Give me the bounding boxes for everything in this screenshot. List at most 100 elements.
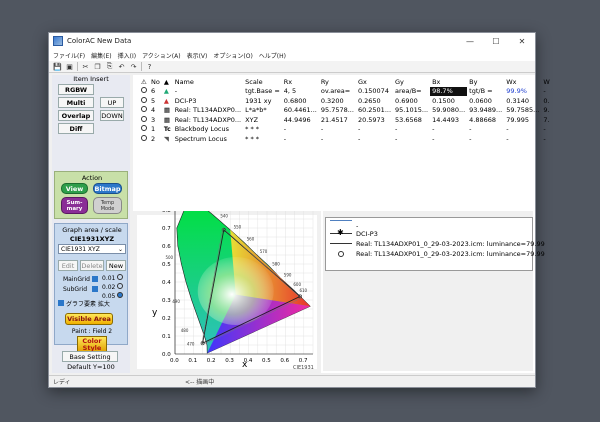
graph-space-select[interactable]: CIE1931 XYZ ⌄: [58, 244, 126, 254]
cell-name: Real: TL134ADXP0...: [174, 115, 242, 124]
rgbw-button[interactable]: RGBW: [58, 84, 94, 95]
maingrid-checkbox[interactable]: [92, 276, 98, 282]
cell-name: Real: TL134ADXP0...: [174, 106, 242, 115]
table-row[interactable]: 6 ▲ - tgt.Base = 4, 5 ov.area= 0.150074 …: [139, 86, 552, 96]
cell-name: Blackbody Locus: [174, 125, 229, 134]
table-row[interactable]: 1 Tc Blackbody Locus * * * - - - - - - -…: [139, 125, 552, 135]
y-axis-label: y: [152, 308, 158, 318]
cell-ry: 21.4517: [320, 115, 348, 124]
menu-options[interactable]: オプション(O): [213, 51, 252, 60]
cell-gy: area/B=: [395, 87, 422, 96]
grid-radio-005[interactable]: [117, 292, 124, 298]
row-radio[interactable]: [141, 87, 147, 94]
menu-help[interactable]: ヘルプ(H): [259, 51, 286, 60]
subgrid-checkbox[interactable]: [92, 286, 98, 292]
y-tick-label: 0.7: [162, 226, 171, 232]
graph-delete-button[interactable]: Delete: [80, 260, 104, 271]
cell-rx: 60.4461...: [283, 106, 317, 115]
cell-gy: -: [395, 125, 398, 134]
zoom-checkbox[interactable]: [58, 300, 64, 306]
table-row[interactable]: 3 ▦ Real: TL134ADXP0... XYZ 44.9496 21.4…: [139, 115, 552, 125]
close-button[interactable]: ✕: [509, 33, 535, 49]
cell-name: DCI-P3: [174, 96, 197, 105]
grid-icon: ▦: [163, 115, 170, 124]
menu-action[interactable]: アクション(A): [142, 51, 181, 60]
cell-no: 1: [151, 125, 156, 134]
window-title: ColorAC New Data: [67, 37, 132, 45]
legend-panel: - ✱ DCI-P3 Real: TL134ADXP01_0_29-03-202…: [323, 211, 545, 371]
bitmap-button[interactable]: Bitmap: [93, 183, 122, 194]
overlap-button[interactable]: Overlap: [58, 110, 94, 121]
table-row[interactable]: 2 ◥ Spectrum Locus * * * - - - - - - - -: [139, 134, 552, 144]
table-row[interactable]: 5 ▲ DCI-P3 1931 xy 0.6800 0.3200 0.2650 …: [139, 96, 552, 106]
subgrid-label: SubGrid: [63, 286, 88, 293]
cell-wx: 0.3140: [506, 96, 529, 105]
cell-rx: -: [283, 125, 287, 134]
save-icon[interactable]: 💾: [53, 62, 62, 71]
diff-button[interactable]: Diff: [58, 123, 94, 134]
cell-w: 7.: [543, 115, 550, 124]
view-button[interactable]: View: [61, 183, 88, 194]
menu-edit[interactable]: 編集(E): [91, 51, 111, 60]
up-button[interactable]: UP: [100, 97, 124, 108]
grid-icon: ▦: [163, 106, 170, 115]
default-y-label: Default Y=100: [67, 363, 115, 371]
down-button[interactable]: DOWN: [100, 110, 124, 121]
cell-name: Spectrum Locus: [174, 134, 227, 143]
col-pos-icon: ⚠: [141, 77, 147, 86]
col-no: No: [151, 77, 160, 86]
app-window: ColorAC New Data — ☐ ✕ ファイル(F) 編集(E) 挿入(…: [48, 32, 550, 388]
redo-icon[interactable]: ↷: [129, 62, 138, 71]
base-setting-button[interactable]: Base Setting: [62, 351, 118, 362]
cut-icon[interactable]: ✂: [81, 62, 90, 71]
x-tick-label: 0.3: [225, 358, 234, 364]
grid-radio-001[interactable]: [117, 274, 124, 280]
cell-ry: ov.area=: [320, 87, 351, 96]
toolbar: 💾 ▣ ✂ ❐ ⎘ ↶ ↷ ?: [49, 61, 535, 73]
help-icon[interactable]: ?: [145, 62, 154, 71]
grid-radio-002[interactable]: [117, 283, 124, 289]
menu-bar: ファイル(F) 編集(E) 挿入(I) アクション(A) 表示(V) オプション…: [49, 49, 535, 61]
visible-area-label: Visible Area: [67, 315, 111, 323]
maximize-button[interactable]: ☐: [483, 33, 509, 49]
chevron-down-icon: ⌄: [117, 246, 123, 253]
summary-button[interactable]: Sum- mary: [61, 197, 88, 214]
copy-icon[interactable]: ❐: [93, 62, 102, 71]
graph-edit-button[interactable]: Edit: [58, 260, 78, 271]
graph-space-select-value: CIE1931 XYZ: [61, 246, 100, 253]
wavelength-label: 560: [247, 237, 255, 242]
row-radio[interactable]: [141, 96, 147, 103]
menu-insert[interactable]: 挿入(I): [118, 51, 136, 60]
paste-icon[interactable]: ⎘: [105, 62, 114, 71]
cell-by: 93.9489...: [469, 106, 503, 115]
cell-bx: -: [432, 134, 435, 143]
row-radio[interactable]: [141, 134, 147, 141]
cell-wx: 59.7585...: [506, 106, 540, 115]
row-radio[interactable]: [141, 125, 147, 132]
wavelength-label: 550: [234, 224, 242, 229]
y-tick-label: 0.6: [162, 244, 171, 250]
graph-box: Graph area / scale CIE1931XYZ CIE1931 XY…: [54, 223, 128, 353]
minimize-button[interactable]: —: [457, 33, 483, 49]
cell-by: 4.88668: [469, 115, 497, 124]
grid-step-002: 0.02: [102, 284, 116, 291]
temp-mode-button[interactable]: Temp Mode: [93, 197, 122, 214]
multi-button[interactable]: Multi: [58, 97, 94, 108]
col-gx: Gx: [357, 77, 367, 86]
graph-new-button[interactable]: New: [106, 260, 126, 271]
row-radio[interactable]: [141, 115, 147, 122]
open-icon[interactable]: ▣: [65, 62, 74, 71]
cell-w: -: [543, 125, 546, 134]
menu-file[interactable]: ファイル(F): [53, 51, 85, 60]
cell-gy: 0.6900: [395, 96, 418, 105]
wavelength-label: 570: [260, 249, 268, 254]
row-radio[interactable]: [141, 106, 147, 113]
cell-bx: 0.1500: [432, 96, 455, 105]
undo-icon[interactable]: ↶: [117, 62, 126, 71]
visible-area-button[interactable]: Visible Area: [65, 313, 113, 325]
y-tick-label: 0.1: [162, 334, 171, 340]
menu-view[interactable]: 表示(V): [187, 51, 208, 60]
cell-gy: 95.1015...: [395, 106, 429, 115]
wavelength-label: 480: [181, 328, 189, 333]
table-row[interactable]: 4 ▦ Real: TL134ADXP0... L*a*b* 60.4461..…: [139, 106, 552, 116]
